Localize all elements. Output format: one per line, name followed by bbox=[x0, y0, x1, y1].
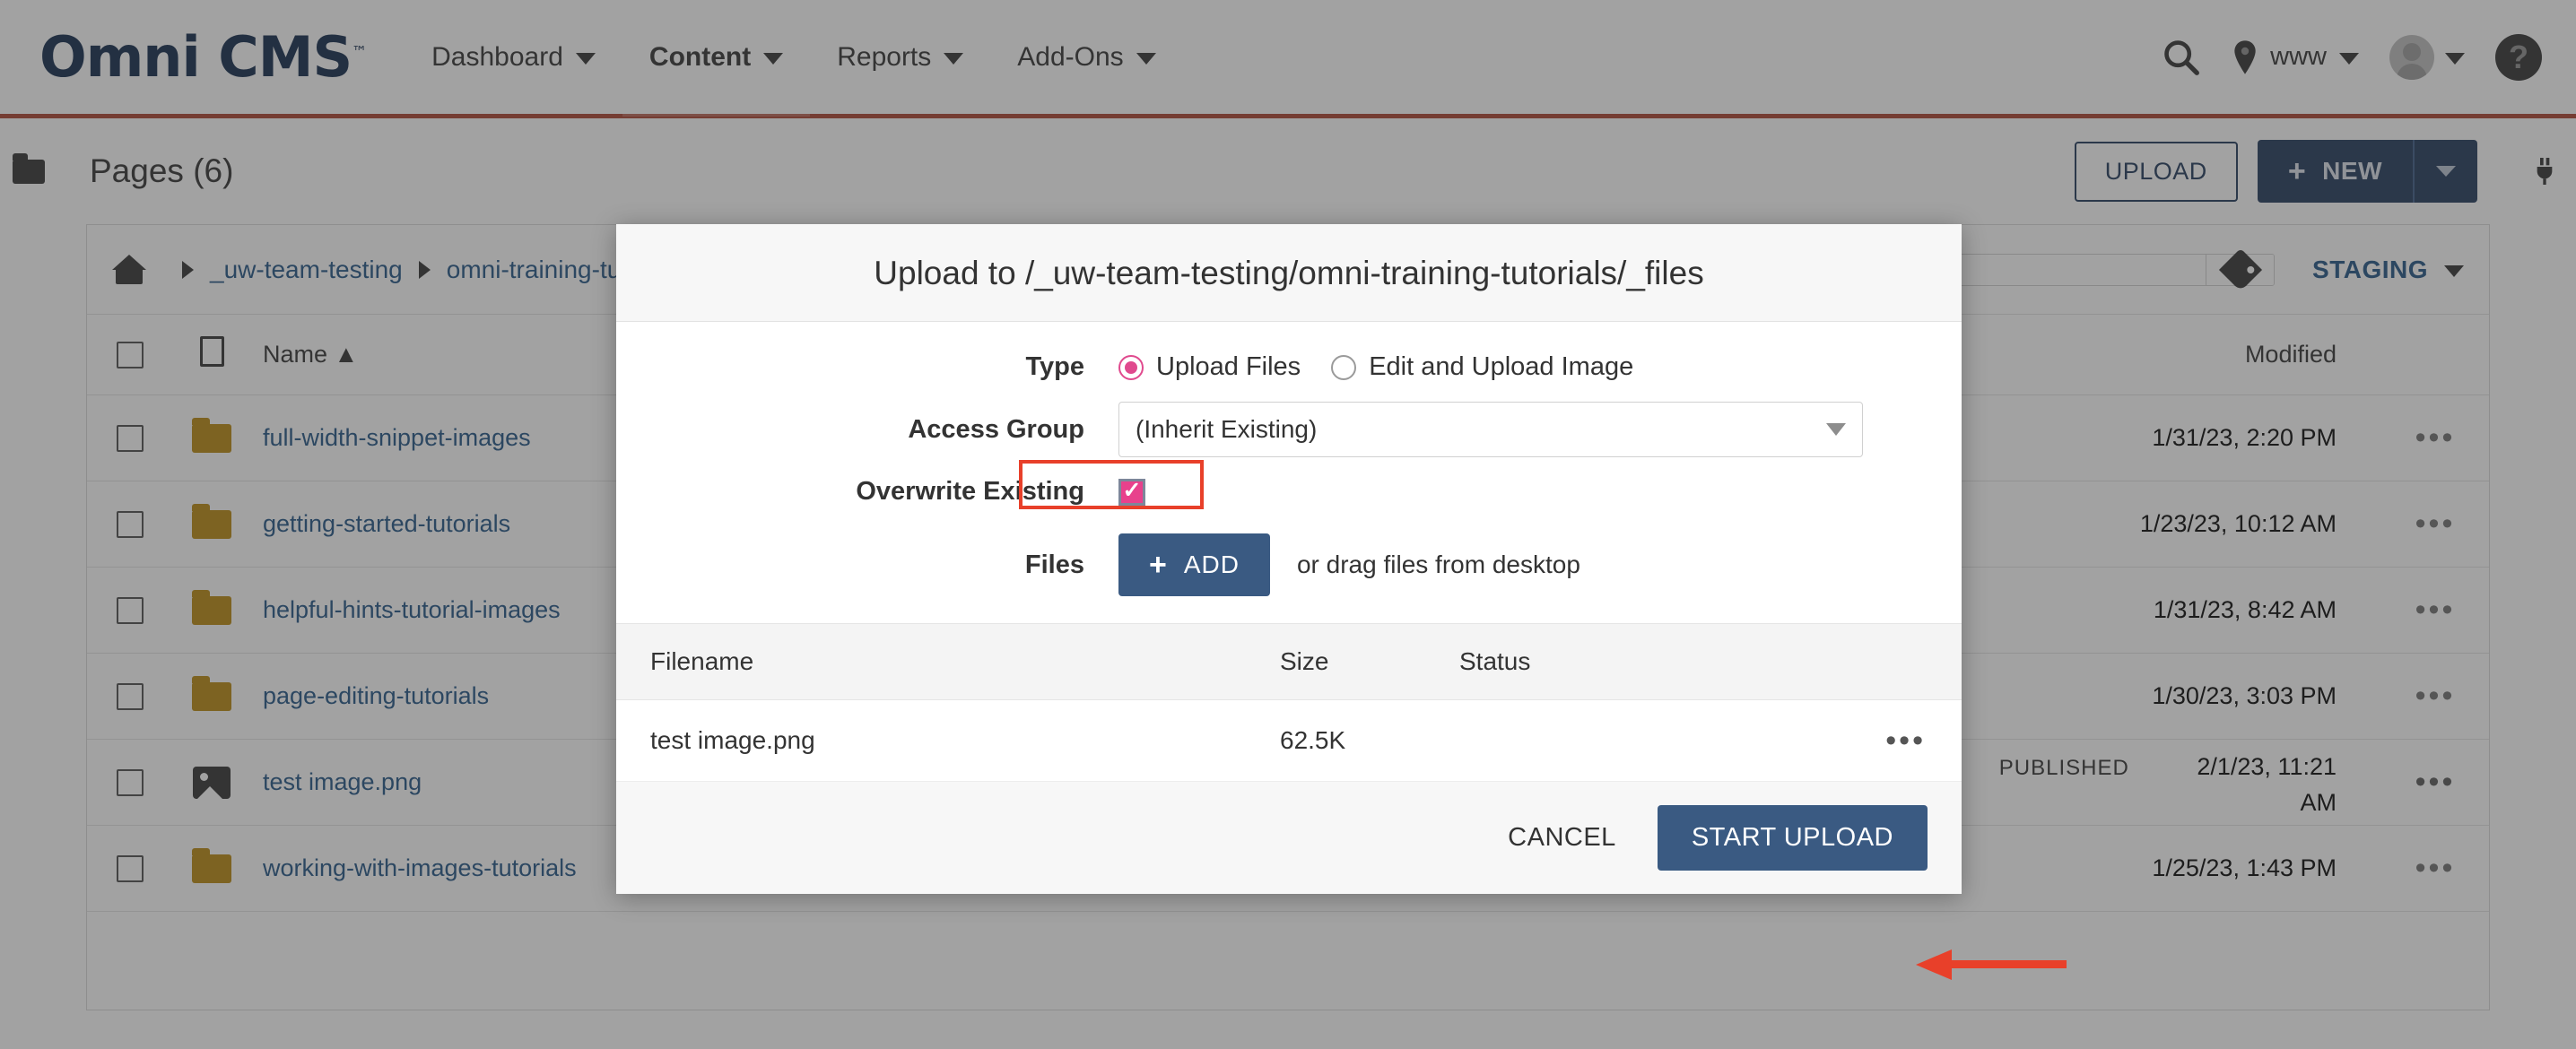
arrow-shaft bbox=[1950, 960, 2067, 968]
file-list-header: Filename Size Status bbox=[616, 624, 1962, 700]
radio-edit-upload-label: Edit and Upload Image bbox=[1369, 352, 1634, 381]
file-list-size: 62.5K bbox=[1280, 726, 1346, 754]
radio-edit-and-upload-image[interactable]: Edit and Upload Image bbox=[1331, 352, 1633, 382]
radio-selected-icon bbox=[1118, 354, 1144, 380]
upload-dialog: Upload to /_uw-team-testing/omni-trainin… bbox=[616, 224, 1962, 894]
status-column-header: Status bbox=[1459, 647, 1531, 675]
app-window: Omni CMS™ Dashboard Content Reports Add-… bbox=[0, 0, 2576, 1049]
files-control: + ADD or drag files from desktop bbox=[1118, 533, 1580, 596]
file-list-filename: test image.png bbox=[650, 726, 815, 754]
overwrite-label: Overwrite Existing bbox=[856, 477, 1084, 506]
upload-file-list: Filename Size Status test image.png 62.5… bbox=[616, 623, 1962, 781]
access-group-select[interactable]: (Inherit Existing) bbox=[1118, 402, 1863, 457]
filename-column-header: Filename bbox=[650, 647, 754, 675]
annotation-arrow bbox=[1916, 949, 2067, 980]
file-row-menu-button[interactable]: ••• bbox=[1885, 724, 1926, 758]
access-group-value: (Inherit Existing) bbox=[1136, 415, 1318, 443]
start-upload-button[interactable]: START UPLOAD bbox=[1657, 805, 1928, 871]
access-group-field-row: Access Group (Inherit Existing) bbox=[616, 402, 1962, 457]
dialog-body: Type Upload Files Edit and Upload Image … bbox=[616, 322, 1962, 781]
files-field-row: Files + ADD or drag files from desktop bbox=[616, 533, 1962, 596]
file-list-menu-cell: ••• bbox=[1854, 725, 1962, 756]
access-group-control: (Inherit Existing) bbox=[1118, 402, 1863, 457]
dialog-title: Upload to /_uw-team-testing/omni-trainin… bbox=[874, 255, 1704, 291]
access-group-label: Access Group bbox=[908, 414, 1084, 444]
radio-upload-files-label: Upload Files bbox=[1156, 352, 1301, 381]
add-files-label: ADD bbox=[1183, 551, 1240, 578]
drag-files-hint: or drag files from desktop bbox=[1296, 551, 1580, 578]
type-field-row: Type Upload Files Edit and Upload Image bbox=[616, 352, 1962, 382]
radio-upload-files[interactable]: Upload Files bbox=[1118, 352, 1301, 382]
file-actions-column-header bbox=[1854, 647, 1962, 676]
files-label: Files bbox=[1024, 550, 1084, 579]
radio-unselected-icon bbox=[1331, 354, 1357, 380]
dialog-footer: CANCEL START UPLOAD bbox=[616, 781, 1962, 894]
dialog-header: Upload to /_uw-team-testing/omni-trainin… bbox=[616, 224, 1962, 322]
overwrite-control bbox=[1118, 478, 1145, 506]
size-column-header: Size bbox=[1280, 647, 1329, 675]
type-label: Type bbox=[1025, 352, 1084, 381]
overwrite-existing-checkbox[interactable] bbox=[1118, 478, 1145, 506]
overwrite-field-row: Overwrite Existing bbox=[616, 460, 1962, 509]
type-options: Upload Files Edit and Upload Image bbox=[1118, 352, 1664, 382]
file-list-row: test image.png 62.5K ••• bbox=[616, 700, 1962, 781]
cancel-button[interactable]: CANCEL bbox=[1499, 807, 1625, 869]
arrow-head bbox=[1916, 949, 1952, 980]
plus-icon: + bbox=[1149, 548, 1168, 582]
add-files-button[interactable]: + ADD bbox=[1118, 533, 1270, 596]
chevron-down-icon bbox=[1826, 423, 1846, 436]
